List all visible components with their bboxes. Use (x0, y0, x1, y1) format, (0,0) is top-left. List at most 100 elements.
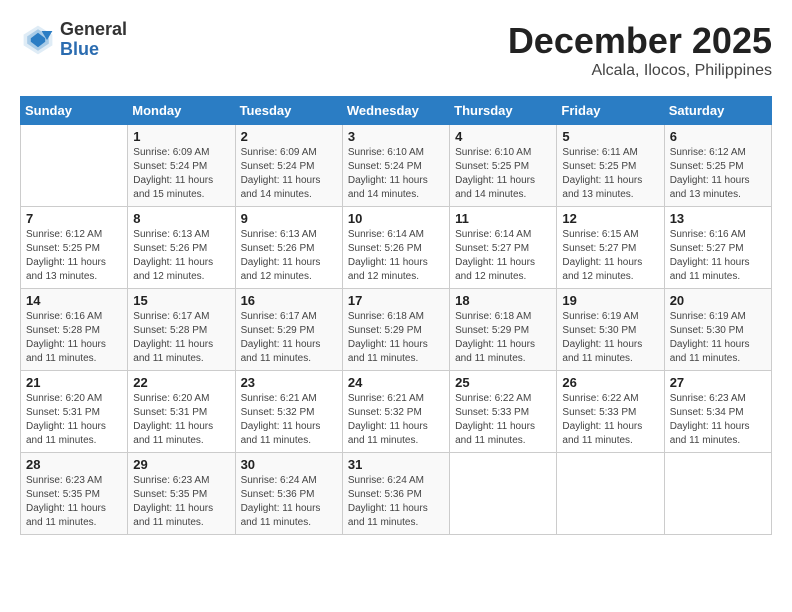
day-number: 27 (670, 375, 766, 390)
day-info: Sunrise: 6:16 AMSunset: 5:28 PMDaylight:… (26, 310, 122, 366)
calendar-header-row: Sunday Monday Tuesday Wednesday Thursday… (21, 97, 772, 125)
day-number: 1 (133, 129, 229, 144)
day-info: Sunrise: 6:16 AMSunset: 5:27 PMDaylight:… (670, 228, 766, 284)
calendar-cell-4-5: 25 Sunrise: 6:22 AMSunset: 5:33 PMDayligh… (450, 371, 557, 453)
logo: General Blue (20, 20, 127, 60)
calendar-cell-4-7: 27Sunrise: 6:23 AMSunset: 5:34 PMDayligh… (664, 371, 771, 453)
calendar-cell-5-4: 31 Sunrise: 6:24 AMSunset: 5:36 PMDayligh… (342, 453, 449, 535)
day-number: 9 (241, 211, 337, 226)
header-thursday: Thursday (450, 97, 557, 125)
calendar-cell-2-6: 12 Sunrise: 6:15 AMSunset: 5:27 PMDayligh… (557, 207, 664, 289)
day-info: Sunrise: 6:17 AMSunset: 5:28 PMDaylight:… (133, 310, 229, 366)
day-number: 20 (670, 293, 766, 308)
header-tuesday: Tuesday (235, 97, 342, 125)
logo-blue-text: Blue (60, 40, 127, 60)
day-number: 30 (241, 457, 337, 472)
calendar-cell-2-3: 9 Sunrise: 6:13 AMSunset: 5:26 PMDaylight… (235, 207, 342, 289)
day-info: Sunrise: 6:19 AMSunset: 5:30 PMDaylight:… (670, 310, 766, 366)
calendar-cell-2-7: 13 Sunrise: 6:16 AMSunset: 5:27 PMDayligh… (664, 207, 771, 289)
logo-text: General Blue (60, 20, 127, 60)
calendar-cell-1-5: 4Sunrise: 6:10 AMSunset: 5:25 PMDaylight… (450, 125, 557, 207)
header-wednesday: Wednesday (342, 97, 449, 125)
day-number: 7 (26, 211, 122, 226)
calendar-cell-1-6: 5 Sunrise: 6:11 AMSunset: 5:25 PMDaylight… (557, 125, 664, 207)
day-number: 18 (455, 293, 551, 308)
calendar-cell-2-2: 8Sunrise: 6:13 AMSunset: 5:26 PMDaylight… (128, 207, 235, 289)
day-info: Sunrise: 6:09 AMSunset: 5:24 PMDaylight:… (241, 146, 337, 202)
day-info: Sunrise: 6:24 AMSunset: 5:36 PMDaylight:… (348, 474, 444, 530)
day-number: 15 (133, 293, 229, 308)
calendar-week-3: 14Sunrise: 6:16 AMSunset: 5:28 PMDayligh… (21, 289, 772, 371)
day-number: 21 (26, 375, 122, 390)
calendar-cell-1-7: 6Sunrise: 6:12 AMSunset: 5:25 PMDaylight… (664, 125, 771, 207)
day-number: 25 (455, 375, 551, 390)
day-number: 23 (241, 375, 337, 390)
day-number: 16 (241, 293, 337, 308)
calendar-cell-2-1: 7 Sunrise: 6:12 AMSunset: 5:25 PMDaylight… (21, 207, 128, 289)
day-info: Sunrise: 6:20 AMSunset: 5:31 PMDaylight:… (26, 392, 122, 448)
calendar-cell-5-1: 28Sunrise: 6:23 AMSunset: 5:35 PMDayligh… (21, 453, 128, 535)
calendar-cell-1-2: 1 Sunrise: 6:09 AMSunset: 5:24 PMDaylight… (128, 125, 235, 207)
calendar-cell-5-5 (450, 453, 557, 535)
day-info: Sunrise: 6:18 AMSunset: 5:29 PMDaylight:… (455, 310, 551, 366)
logo-icon (20, 22, 56, 58)
day-info: Sunrise: 6:18 AMSunset: 5:29 PMDaylight:… (348, 310, 444, 366)
day-number: 4 (455, 129, 551, 144)
day-info: Sunrise: 6:13 AMSunset: 5:26 PMDaylight:… (241, 228, 337, 284)
day-info: Sunrise: 6:12 AMSunset: 5:25 PMDaylight:… (670, 146, 766, 202)
day-info: Sunrise: 6:21 AMSunset: 5:32 PMDaylight:… (241, 392, 337, 448)
day-info: Sunrise: 6:14 AMSunset: 5:26 PMDaylight:… (348, 228, 444, 284)
day-number: 2 (241, 129, 337, 144)
day-info: Sunrise: 6:21 AMSunset: 5:32 PMDaylight:… (348, 392, 444, 448)
day-info: Sunrise: 6:19 AMSunset: 5:30 PMDaylight:… (562, 310, 658, 366)
day-info: Sunrise: 6:23 AMSunset: 5:35 PMDaylight:… (133, 474, 229, 530)
calendar-cell-5-2: 29Sunrise: 6:23 AMSunset: 5:35 PMDayligh… (128, 453, 235, 535)
subtitle: Alcala, Ilocos, Philippines (508, 62, 772, 80)
day-number: 5 (562, 129, 658, 144)
day-number: 11 (455, 211, 551, 226)
header-monday: Monday (128, 97, 235, 125)
day-info: Sunrise: 6:12 AMSunset: 5:25 PMDaylight:… (26, 228, 122, 284)
day-number: 13 (670, 211, 766, 226)
title-block: December 2025 Alcala, Ilocos, Philippine… (508, 20, 772, 80)
calendar-cell-5-3: 30 Sunrise: 6:24 AMSunset: 5:36 PMDayligh… (235, 453, 342, 535)
day-number: 24 (348, 375, 444, 390)
calendar-week-5: 28 Sunrise: 6:23 AMSunset: 5:35 PMDayligh… (21, 453, 772, 535)
calendar-cell-2-5: 11Sunrise: 6:14 AMSunset: 5:27 PMDayligh… (450, 207, 557, 289)
day-info: Sunrise: 6:11 AMSunset: 5:25 PMDaylight:… (562, 146, 658, 202)
day-number: 28 (26, 457, 122, 472)
calendar-cell-4-1: 21 Sunrise: 6:20 AMSunset: 5:31 PMDayligh… (21, 371, 128, 453)
calendar-cell-3-4: 17Sunrise: 6:18 AMSunset: 5:29 PMDayligh… (342, 289, 449, 371)
calendar-cell-1-3: 2 Sunrise: 6:09 AMSunset: 5:24 PMDaylight… (235, 125, 342, 207)
calendar-cell-5-7 (664, 453, 771, 535)
day-info: Sunrise: 6:22 AMSunset: 5:33 PMDaylight:… (455, 392, 551, 448)
calendar-cell-5-6 (557, 453, 664, 535)
calendar-cell-1-4: 3Sunrise: 6:10 AMSunset: 5:24 PMDaylight… (342, 125, 449, 207)
header-sunday: Sunday (21, 97, 128, 125)
day-number: 22 (133, 375, 229, 390)
day-info: Sunrise: 6:20 AMSunset: 5:31 PMDaylight:… (133, 392, 229, 448)
calendar-cell-4-6: 26Sunrise: 6:22 AMSunset: 5:33 PMDayligh… (557, 371, 664, 453)
calendar-cell-3-5: 18 Sunrise: 6:18 AMSunset: 5:29 PMDayligh… (450, 289, 557, 371)
calendar-week-2: 7 Sunrise: 6:12 AMSunset: 5:25 PMDaylight… (21, 207, 772, 289)
page-header: General Blue December 2025 Alcala, Iloco… (20, 20, 772, 80)
day-info: Sunrise: 6:15 AMSunset: 5:27 PMDaylight:… (562, 228, 658, 284)
calendar-cell-3-1: 14Sunrise: 6:16 AMSunset: 5:28 PMDayligh… (21, 289, 128, 371)
day-number: 12 (562, 211, 658, 226)
header-saturday: Saturday (664, 97, 771, 125)
calendar-cell-3-6: 19 Sunrise: 6:19 AMSunset: 5:30 PMDayligh… (557, 289, 664, 371)
day-info: Sunrise: 6:22 AMSunset: 5:33 PMDaylight:… (562, 392, 658, 448)
day-number: 31 (348, 457, 444, 472)
calendar-cell-4-2: 22 Sunrise: 6:20 AMSunset: 5:31 PMDayligh… (128, 371, 235, 453)
day-info: Sunrise: 6:24 AMSunset: 5:36 PMDaylight:… (241, 474, 337, 530)
main-title: December 2025 (508, 20, 772, 62)
calendar-cell-2-4: 10Sunrise: 6:14 AMSunset: 5:26 PMDayligh… (342, 207, 449, 289)
logo-general-text: General (60, 20, 127, 40)
day-info: Sunrise: 6:13 AMSunset: 5:26 PMDaylight:… (133, 228, 229, 284)
day-info: Sunrise: 6:09 AMSunset: 5:24 PMDaylight:… (133, 146, 229, 202)
calendar-cell-4-3: 23 Sunrise: 6:21 AMSunset: 5:32 PMDayligh… (235, 371, 342, 453)
calendar-cell-1-1 (21, 125, 128, 207)
day-number: 19 (562, 293, 658, 308)
day-number: 3 (348, 129, 444, 144)
header-friday: Friday (557, 97, 664, 125)
